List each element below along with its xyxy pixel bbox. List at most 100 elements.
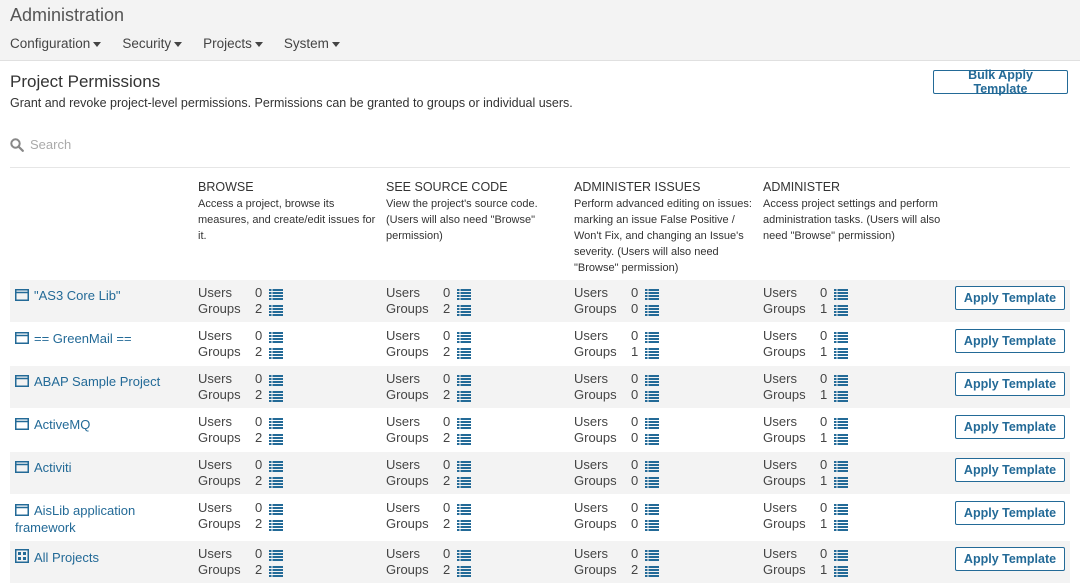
list-icon[interactable] (457, 390, 471, 402)
list-icon[interactable] (457, 374, 471, 386)
list-icon[interactable] (457, 288, 471, 300)
list-icon[interactable] (645, 433, 659, 445)
groups-label: Groups (763, 562, 806, 577)
groups-count: 2 (255, 387, 263, 402)
list-icon[interactable] (269, 519, 283, 531)
list-icon[interactable] (269, 503, 283, 515)
groups-count: 1 (820, 344, 828, 359)
groups-count: 0 (631, 473, 639, 488)
list-icon[interactable] (645, 417, 659, 429)
list-icon[interactable] (645, 565, 659, 577)
admin-nav: Configuration Security Projects System (10, 36, 361, 51)
nav-projects[interactable]: Projects (203, 36, 263, 51)
nav-system[interactable]: System (284, 36, 340, 51)
list-icon[interactable] (457, 347, 471, 359)
list-icon[interactable] (834, 519, 848, 531)
list-icon[interactable] (457, 565, 471, 577)
list-icon[interactable] (834, 460, 848, 472)
list-icon[interactable] (269, 390, 283, 402)
users-label: Users (574, 371, 608, 386)
list-icon[interactable] (834, 390, 848, 402)
list-icon[interactable] (269, 476, 283, 488)
list-icon[interactable] (834, 503, 848, 515)
list-icon[interactable] (834, 549, 848, 561)
project-name: == GreenMail == (34, 331, 132, 346)
search-input[interactable] (30, 137, 630, 152)
project-link[interactable]: == GreenMail == (15, 331, 180, 348)
users-label: Users (763, 371, 797, 386)
list-icon[interactable] (645, 519, 659, 531)
apply-template-button[interactable]: Apply Template (955, 286, 1065, 310)
permission-cell: Users 0 Groups 0 (574, 414, 724, 446)
list-icon[interactable] (457, 503, 471, 515)
list-icon[interactable] (834, 304, 848, 316)
list-icon[interactable] (269, 417, 283, 429)
project-link[interactable]: ActiveMQ (15, 417, 180, 434)
list-icon[interactable] (645, 304, 659, 316)
permission-cell: Users 0 Groups 0 (574, 371, 724, 403)
list-icon[interactable] (834, 374, 848, 386)
list-icon[interactable] (457, 433, 471, 445)
users-label: Users (198, 414, 232, 429)
list-icon[interactable] (645, 331, 659, 343)
list-icon[interactable] (834, 288, 848, 300)
apply-template-button[interactable]: Apply Template (955, 458, 1065, 482)
groups-label: Groups (763, 430, 806, 445)
list-icon[interactable] (269, 565, 283, 577)
list-icon[interactable] (269, 304, 283, 316)
users-count: 0 (631, 457, 639, 472)
permission-cell: Users 0 Groups 1 (763, 371, 913, 403)
list-icon[interactable] (457, 519, 471, 531)
list-icon[interactable] (834, 347, 848, 359)
users-count: 0 (631, 500, 639, 515)
apply-template-button[interactable]: Apply Template (955, 501, 1065, 525)
list-icon[interactable] (645, 549, 659, 561)
list-icon[interactable] (645, 476, 659, 488)
list-icon[interactable] (269, 331, 283, 343)
list-icon[interactable] (834, 476, 848, 488)
list-icon[interactable] (269, 288, 283, 300)
nav-security[interactable]: Security (122, 36, 183, 51)
list-icon[interactable] (457, 476, 471, 488)
list-icon[interactable] (645, 460, 659, 472)
project-link[interactable]: "AS3 Core Lib" (15, 288, 180, 305)
users-label: Users (763, 546, 797, 561)
bulk-apply-template-button[interactable]: Bulk Apply Template (933, 68, 1068, 96)
apply-template-button[interactable]: Apply Template (955, 372, 1065, 396)
list-icon[interactable] (269, 347, 283, 359)
list-icon[interactable] (645, 347, 659, 359)
list-icon[interactable] (457, 549, 471, 561)
list-icon[interactable] (457, 460, 471, 472)
groups-label: Groups (386, 387, 429, 402)
list-icon[interactable] (834, 433, 848, 445)
list-icon[interactable] (645, 390, 659, 402)
list-icon[interactable] (645, 374, 659, 386)
users-count: 0 (443, 500, 451, 515)
groups-label: Groups (763, 344, 806, 359)
project-icon (15, 461, 29, 477)
permission-cell: Users 0 Groups 2 (198, 328, 348, 360)
list-icon[interactable] (269, 460, 283, 472)
list-icon[interactable] (834, 565, 848, 577)
list-icon[interactable] (645, 288, 659, 300)
list-icon[interactable] (834, 417, 848, 429)
users-count: 0 (631, 414, 639, 429)
list-icon[interactable] (645, 503, 659, 515)
groups-count: 1 (820, 430, 828, 445)
project-link[interactable]: ABAP Sample Project (15, 374, 180, 391)
list-icon[interactable] (457, 331, 471, 343)
apply-template-button[interactable]: Apply Template (955, 415, 1065, 439)
list-icon[interactable] (457, 304, 471, 316)
apply-template-button[interactable]: Apply Template (955, 547, 1065, 571)
list-icon[interactable] (269, 374, 283, 386)
project-link[interactable]: AisLib application framework (15, 503, 180, 536)
list-icon[interactable] (457, 417, 471, 429)
list-icon[interactable] (834, 331, 848, 343)
list-icon[interactable] (269, 549, 283, 561)
groups-label: Groups (763, 473, 806, 488)
project-link[interactable]: All Projects (15, 549, 180, 567)
project-link[interactable]: Activiti (15, 460, 180, 477)
nav-configuration[interactable]: Configuration (10, 36, 102, 51)
list-icon[interactable] (269, 433, 283, 445)
apply-template-button[interactable]: Apply Template (955, 329, 1065, 353)
